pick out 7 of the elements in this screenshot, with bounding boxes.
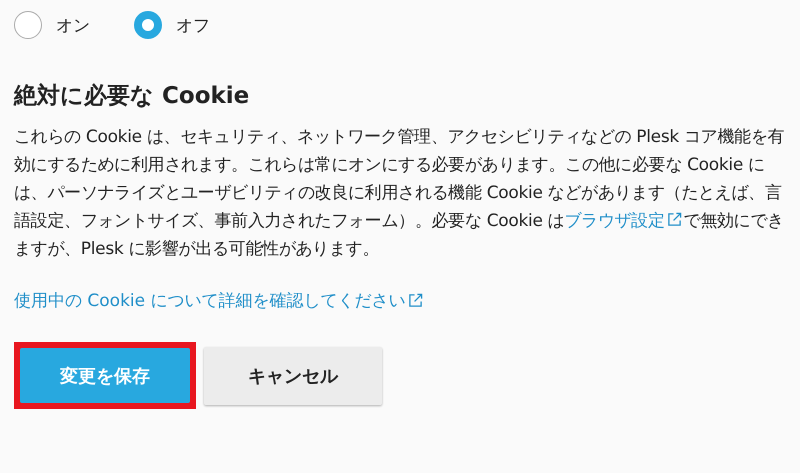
radio-option[interactable]: オフ — [134, 11, 210, 39]
description-paragraph: これらの Cookie は、セキュリティ、ネットワーク管理、アクセシビリティなどの Plesk コア機能を有効にするために利用されます。これらは常にオンにする必要があります。この他に必要な Cookie には、パーソナライズとユーザビリティの改良に利用される機能 Cookie などがあります（たとえば、言語設定、フォントサイズ、事前入力されたフォーム）。必要な Cookie はブラウザ設定 で無効にできますが、Plesk に影響が出る可能性があります。 — [14, 126, 786, 261]
radio-option[interactable]: オン — [14, 11, 90, 39]
external-link-icon — [666, 212, 682, 227]
section-title: 絶対に必要な Cookie — [14, 82, 250, 111]
cancel-button[interactable]: キャンセル — [204, 346, 382, 404]
external-link-icon — [408, 293, 423, 308]
